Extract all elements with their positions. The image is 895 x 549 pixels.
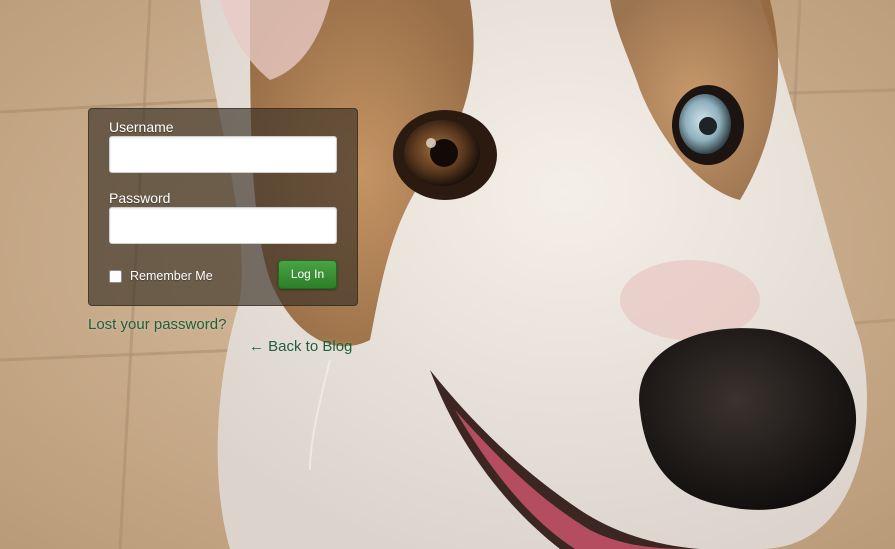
- username-label: Username: [109, 119, 174, 135]
- lost-password-link[interactable]: Lost your password?: [88, 316, 226, 333]
- password-label: Password: [109, 190, 171, 206]
- back-to-blog-link[interactable]: ← Back to Blog: [249, 338, 352, 355]
- login-form: Username Password Remember Me Log In: [88, 108, 358, 306]
- remember-me-row[interactable]: Remember Me: [109, 267, 213, 285]
- remember-me-label[interactable]: Remember Me: [130, 269, 213, 283]
- log-in-button[interactable]: Log In: [278, 260, 337, 289]
- username-input[interactable]: [109, 136, 337, 173]
- remember-me-checkbox[interactable]: [109, 269, 122, 283]
- password-input[interactable]: [109, 207, 337, 244]
